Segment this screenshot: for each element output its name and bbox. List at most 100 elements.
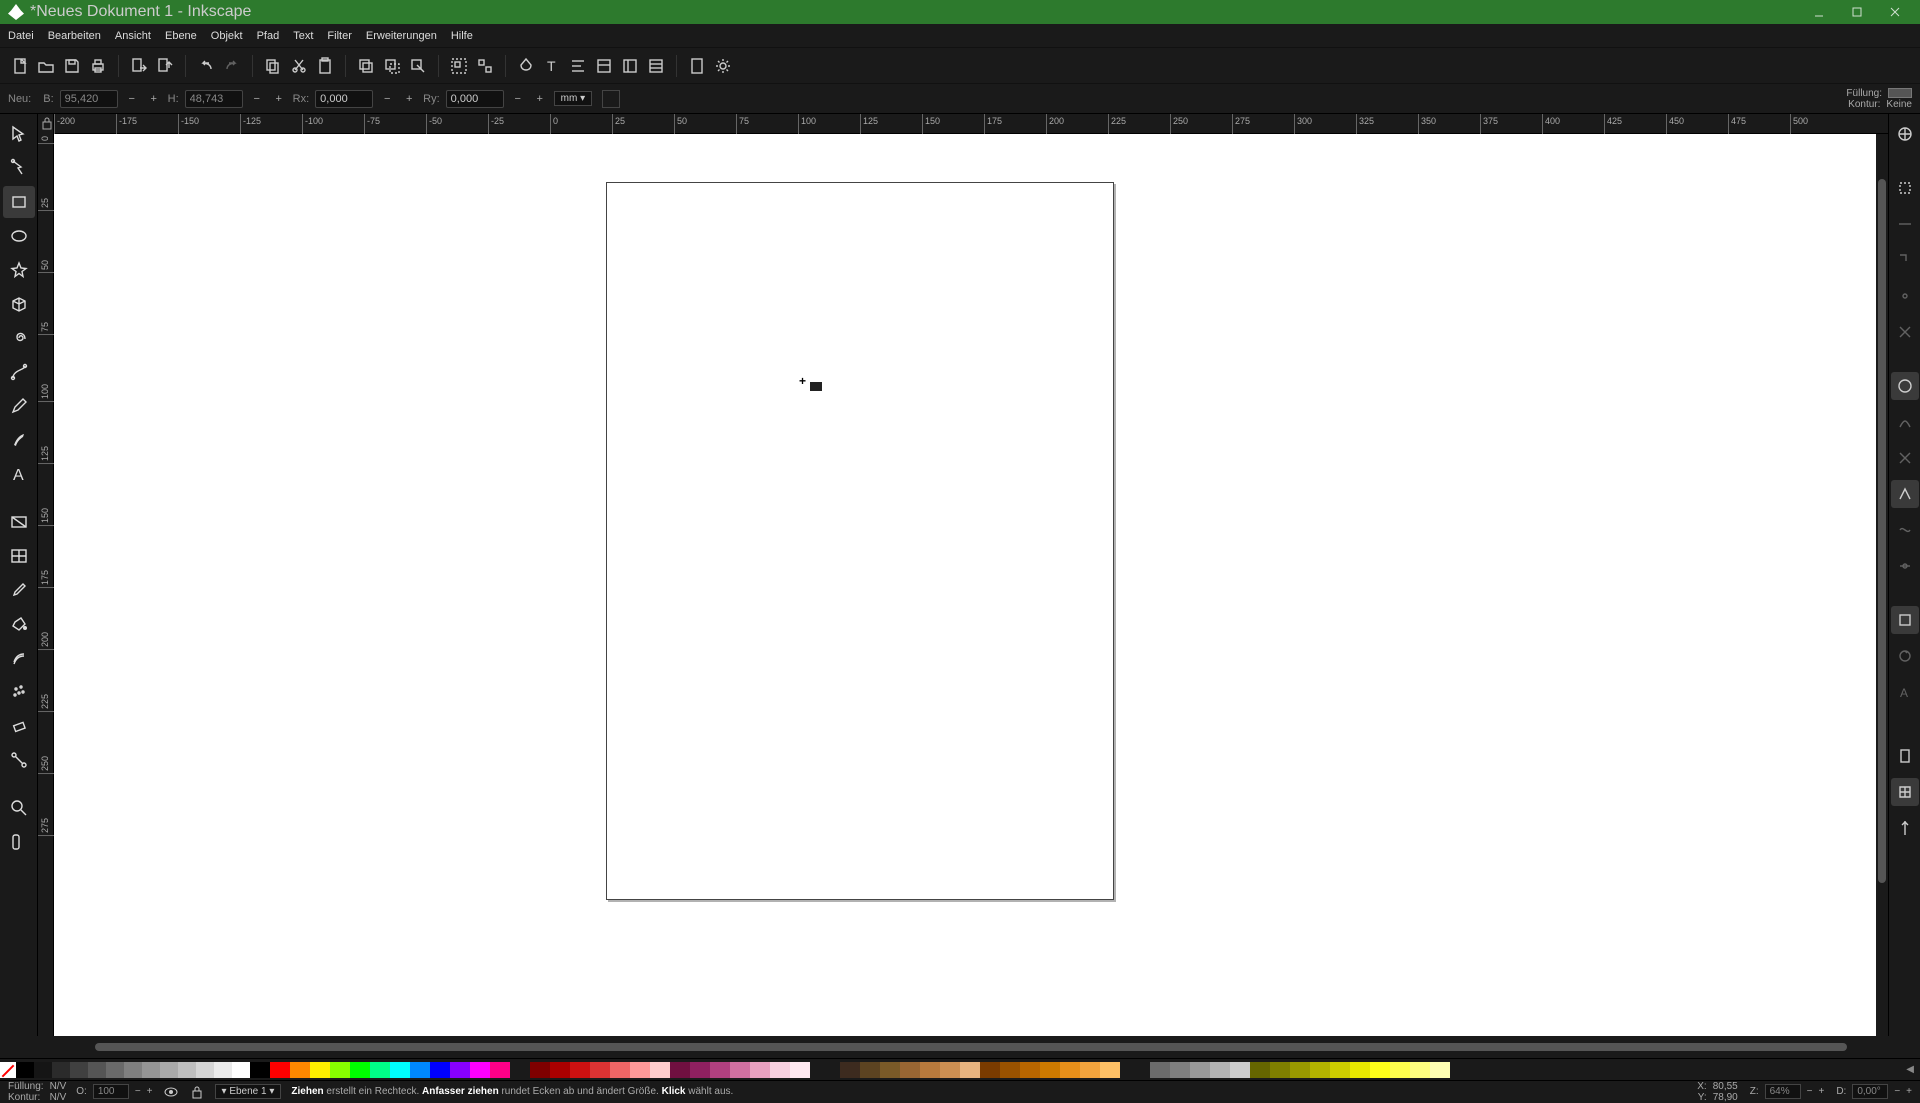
- menu-help[interactable]: Hilfe: [451, 30, 473, 42]
- color-swatch[interactable]: [1310, 1062, 1330, 1078]
- color-swatch[interactable]: [1190, 1062, 1210, 1078]
- color-swatch[interactable]: [310, 1062, 330, 1078]
- zoom-dec[interactable]: −: [1807, 1086, 1813, 1097]
- corner-reset-icon[interactable]: [602, 90, 620, 108]
- height-dec[interactable]: −: [249, 93, 265, 105]
- snap-guide-icon[interactable]: [1891, 814, 1919, 842]
- color-swatch[interactable]: [52, 1062, 70, 1078]
- color-swatch[interactable]: [1390, 1062, 1410, 1078]
- snap-edge-icon[interactable]: [1891, 210, 1919, 238]
- color-swatch[interactable]: [770, 1062, 790, 1078]
- color-swatch[interactable]: [430, 1062, 450, 1078]
- close-button[interactable]: [1878, 1, 1912, 23]
- color-swatch[interactable]: [214, 1062, 232, 1078]
- color-swatch[interactable]: [550, 1062, 570, 1078]
- color-swatch[interactable]: [290, 1062, 310, 1078]
- calligraphy-tool[interactable]: [3, 424, 35, 456]
- bezier-tool[interactable]: [3, 356, 35, 388]
- color-swatch[interactable]: [690, 1062, 710, 1078]
- menu-file[interactable]: Datei: [8, 30, 34, 42]
- minimize-button[interactable]: [1802, 1, 1836, 23]
- copy-icon[interactable]: [261, 54, 285, 78]
- color-swatch[interactable]: [670, 1062, 690, 1078]
- snap-text-icon[interactable]: A: [1891, 678, 1919, 706]
- color-swatch[interactable]: [940, 1062, 960, 1078]
- snap-cusp-icon[interactable]: [1891, 480, 1919, 508]
- rotate-input[interactable]: 0,00°: [1852, 1084, 1888, 1099]
- ruler-vertical[interactable]: 0255075100125150175200225250275: [38, 114, 54, 1036]
- color-swatch[interactable]: [1350, 1062, 1370, 1078]
- measure-tool[interactable]: [3, 826, 35, 858]
- width-dec[interactable]: −: [124, 93, 140, 105]
- open-icon[interactable]: [34, 54, 58, 78]
- color-swatch[interactable]: [88, 1062, 106, 1078]
- height-input[interactable]: [185, 90, 243, 108]
- rotate-dec[interactable]: −: [1894, 1086, 1900, 1097]
- color-swatch[interactable]: [730, 1062, 750, 1078]
- color-swatch[interactable]: [610, 1062, 630, 1078]
- snap-path-icon[interactable]: [1891, 408, 1919, 436]
- ungroup-icon[interactable]: [473, 54, 497, 78]
- clone-icon[interactable]: [380, 54, 404, 78]
- color-swatch[interactable]: [1370, 1062, 1390, 1078]
- snap-intersection-icon[interactable]: [1891, 444, 1919, 472]
- selector-tool[interactable]: [3, 118, 35, 150]
- canvas[interactable]: +: [54, 134, 1888, 1036]
- align-icon[interactable]: [566, 54, 590, 78]
- menu-extensions[interactable]: Erweiterungen: [366, 30, 437, 42]
- rx-inc[interactable]: +: [401, 93, 417, 105]
- color-swatch[interactable]: [350, 1062, 370, 1078]
- color-swatch[interactable]: [630, 1062, 650, 1078]
- snap-others-icon[interactable]: [1891, 606, 1919, 634]
- snap-line-mid-icon[interactable]: [1891, 552, 1919, 580]
- color-swatch[interactable]: [250, 1062, 270, 1078]
- dropper-tool[interactable]: [3, 574, 35, 606]
- color-swatch[interactable]: [142, 1062, 160, 1078]
- snap-corner-icon[interactable]: [1891, 246, 1919, 274]
- color-swatch[interactable]: [710, 1062, 730, 1078]
- ruler-lock-icon[interactable]: [40, 116, 54, 132]
- color-swatch[interactable]: [1120, 1062, 1150, 1078]
- color-swatch[interactable]: [70, 1062, 88, 1078]
- color-swatch[interactable]: [330, 1062, 350, 1078]
- width-input[interactable]: [60, 90, 118, 108]
- snap-mid-icon[interactable]: [1891, 282, 1919, 310]
- ellipse-tool[interactable]: [3, 220, 35, 252]
- color-swatch[interactable]: [1230, 1062, 1250, 1078]
- zoom-tool[interactable]: [3, 792, 35, 824]
- color-swatch[interactable]: [810, 1062, 840, 1078]
- swatch-none[interactable]: [0, 1062, 16, 1078]
- color-swatch[interactable]: [196, 1062, 214, 1078]
- unlink-clone-icon[interactable]: [406, 54, 430, 78]
- object-props-icon[interactable]: [592, 54, 616, 78]
- paintbucket-tool[interactable]: [3, 608, 35, 640]
- color-swatch[interactable]: [178, 1062, 196, 1078]
- color-swatch[interactable]: [470, 1062, 490, 1078]
- menu-filter[interactable]: Filter: [327, 30, 351, 42]
- rectangle-tool[interactable]: [3, 186, 35, 218]
- color-swatch[interactable]: [1020, 1062, 1040, 1078]
- color-swatch[interactable]: [16, 1062, 34, 1078]
- doc-props-icon[interactable]: [685, 54, 709, 78]
- connector-tool[interactable]: [3, 744, 35, 776]
- color-swatch[interactable]: [270, 1062, 290, 1078]
- palette-scroll-icon[interactable]: ◀: [1900, 1064, 1920, 1075]
- color-swatch[interactable]: [1170, 1062, 1190, 1078]
- pencil-tool[interactable]: [3, 390, 35, 422]
- duplicate-icon[interactable]: [354, 54, 378, 78]
- snap-rotation-icon[interactable]: [1891, 642, 1919, 670]
- opacity-dec[interactable]: −: [135, 1086, 141, 1097]
- color-swatch[interactable]: [450, 1062, 470, 1078]
- snap-page-icon[interactable]: [1891, 742, 1919, 770]
- color-swatch[interactable]: [960, 1062, 980, 1078]
- color-swatch[interactable]: [530, 1062, 550, 1078]
- snap-smooth-icon[interactable]: [1891, 516, 1919, 544]
- zoom-input[interactable]: 64%: [1765, 1084, 1801, 1099]
- color-swatch[interactable]: [1270, 1062, 1290, 1078]
- color-swatch[interactable]: [106, 1062, 124, 1078]
- snap-master-icon[interactable]: [1891, 120, 1919, 148]
- snap-grid-icon[interactable]: [1891, 778, 1919, 806]
- rx-dec[interactable]: −: [379, 93, 395, 105]
- rotate-inc[interactable]: +: [1906, 1086, 1912, 1097]
- snap-bbox-icon[interactable]: [1891, 174, 1919, 202]
